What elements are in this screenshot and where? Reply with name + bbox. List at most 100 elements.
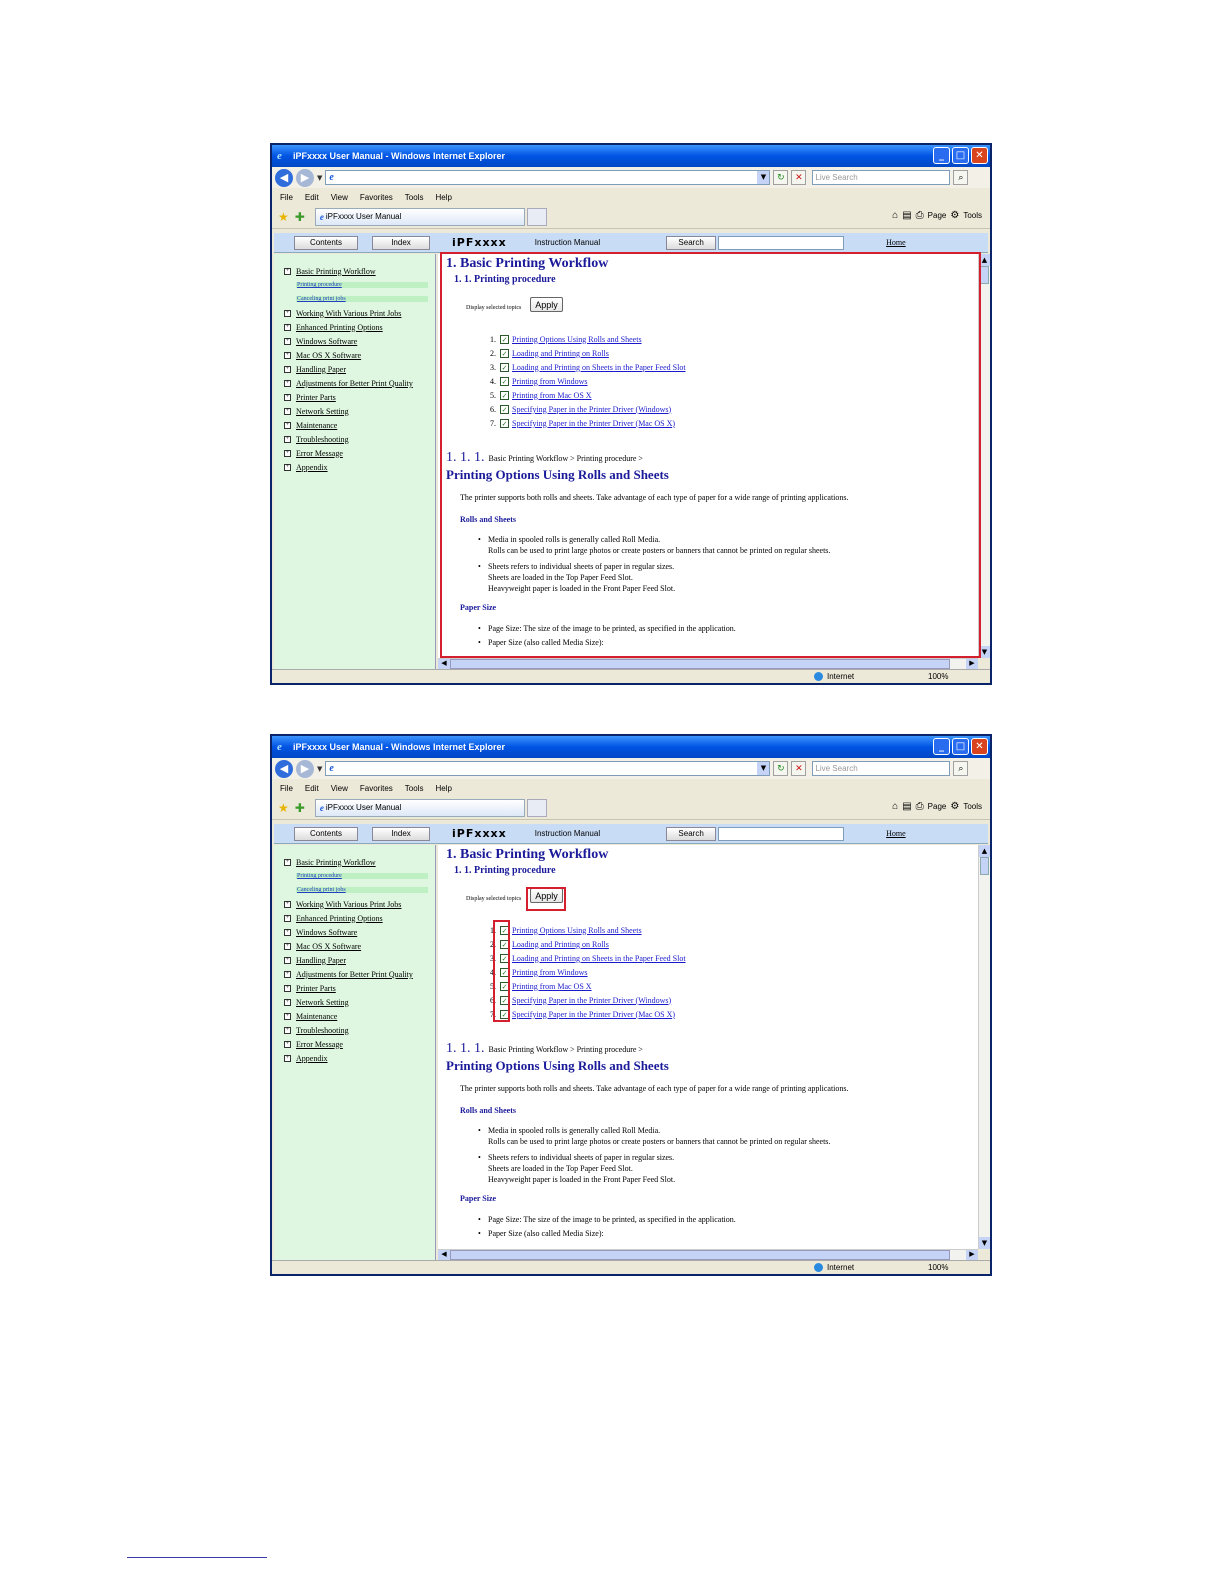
menu-tools[interactable]: Tools — [405, 784, 424, 793]
sidebar-item-label[interactable]: Windows Software — [296, 928, 357, 937]
sidebar-item[interactable]: + Network Setting — [274, 995, 435, 1009]
sidebar-item-label[interactable]: Error Message — [296, 1040, 343, 1049]
favorites-star-icon[interactable]: ★ — [278, 210, 289, 224]
zoom-level[interactable]: 100% — [928, 1263, 948, 1272]
sidebar-item[interactable]: + Mac OS X Software — [274, 348, 435, 362]
sidebar-item-label[interactable]: Working With Various Print Jobs — [296, 309, 401, 318]
home-icon[interactable]: ⌂ — [892, 210, 898, 221]
sidebar-item-label[interactable]: Adjustments for Better Print Quality — [296, 379, 413, 388]
home-icon[interactable]: ⌂ — [892, 801, 898, 812]
close-button[interactable]: ✕ — [971, 738, 988, 755]
sidebar-item-label[interactable]: Appendix — [296, 463, 328, 472]
favorites-star-icon[interactable]: ★ — [278, 801, 289, 815]
sidebar-item-label[interactable]: Mac OS X Software — [296, 351, 361, 360]
sidebar-item[interactable]: + Network Setting — [274, 404, 435, 418]
sidebar-item-label[interactable]: Printing procedure — [296, 873, 428, 879]
menu-edit[interactable]: Edit — [305, 193, 319, 202]
expand-icon[interactable]: + — [284, 407, 291, 415]
expand-icon[interactable]: + — [284, 267, 291, 275]
address-bar[interactable]: e ▼ — [325, 170, 771, 185]
feeds-icon[interactable]: ▤ — [902, 210, 911, 221]
menu-help[interactable]: Help — [435, 784, 451, 793]
tools-menu[interactable]: Tools — [963, 802, 982, 811]
sidebar-item-label[interactable]: Printer Parts — [296, 393, 336, 402]
address-dropdown-icon[interactable]: ▼ — [757, 171, 770, 184]
title-bar[interactable]: e iPFxxxx User Manual - Windows Internet… — [272, 145, 990, 167]
back-button[interactable]: ◀ — [275, 759, 293, 778]
expand-icon[interactable]: + — [284, 309, 291, 317]
topic-link[interactable]: Specifying Paper in the Printer Driver (… — [512, 996, 671, 1005]
sidebar-item[interactable]: + Basic Printing Workflow — [274, 264, 435, 278]
sidebar-item-label[interactable]: Printing procedure — [296, 282, 428, 288]
expand-icon[interactable]: + — [284, 998, 291, 1006]
minimize-button[interactable]: _ — [933, 147, 950, 164]
expand-icon[interactable]: + — [284, 449, 291, 457]
menu-tools[interactable]: Tools — [405, 193, 424, 202]
title-bar[interactable]: e iPFxxxx User Manual - Windows Internet… — [272, 736, 990, 758]
history-dropdown-icon[interactable]: ▼ — [317, 765, 322, 773]
close-button[interactable]: ✕ — [971, 147, 988, 164]
feeds-icon[interactable]: ▤ — [902, 801, 911, 812]
topic-link[interactable]: Specifying Paper in the Printer Driver (… — [512, 1010, 675, 1019]
refresh-icon[interactable]: ↻ — [773, 761, 789, 776]
sidebar-item[interactable]: + Mac OS X Software — [274, 939, 435, 953]
sidebar-subitem[interactable]: Canceling print jobs — [274, 292, 435, 306]
sidebar-item-label[interactable]: Printer Parts — [296, 984, 336, 993]
sidebar-item[interactable]: + Handling Paper — [274, 362, 435, 376]
expand-icon[interactable]: + — [284, 1054, 291, 1062]
search-button[interactable]: Search — [666, 826, 717, 841]
sidebar-item[interactable]: + Printer Parts — [274, 390, 435, 404]
print-icon[interactable]: ⎙ — [916, 801, 924, 812]
sidebar-item-label[interactable]: Canceling print jobs — [296, 887, 428, 893]
page-menu[interactable]: Page — [928, 211, 947, 220]
sidebar-item[interactable]: + Handling Paper — [274, 953, 435, 967]
expand-icon[interactable]: + — [284, 393, 291, 401]
sidebar-subitem[interactable]: Canceling print jobs — [274, 883, 435, 897]
sidebar-item-label[interactable]: Maintenance — [296, 421, 337, 430]
expand-icon[interactable]: + — [284, 351, 291, 359]
menu-view[interactable]: View — [331, 193, 348, 202]
expand-icon[interactable]: + — [284, 1040, 291, 1048]
manual-search-input[interactable] — [718, 826, 845, 841]
sidebar-item-label[interactable]: Troubleshooting — [296, 1026, 349, 1035]
expand-icon[interactable]: + — [284, 956, 291, 964]
sidebar-item[interactable]: + Troubleshooting — [274, 1023, 435, 1037]
expand-icon[interactable]: + — [284, 858, 291, 866]
search-button[interactable]: Search — [666, 235, 717, 250]
forward-button[interactable]: ▶ — [296, 168, 314, 187]
sidebar-item-label[interactable]: Basic Printing Workflow — [296, 267, 376, 276]
expand-icon[interactable]: + — [284, 323, 291, 331]
sidebar-item-label[interactable]: Error Message — [296, 449, 343, 458]
menu-favorites[interactable]: Favorites — [360, 784, 393, 793]
sidebar-item[interactable]: + Enhanced Printing Options — [274, 320, 435, 334]
sidebar-item[interactable]: + Windows Software — [274, 334, 435, 348]
expand-icon[interactable]: + — [284, 900, 291, 908]
sidebar-item-label[interactable]: Canceling print jobs — [296, 296, 428, 302]
expand-icon[interactable]: + — [284, 337, 291, 345]
sidebar-item[interactable]: + Appendix — [274, 460, 435, 474]
sidebar-item-label[interactable]: Mac OS X Software — [296, 942, 361, 951]
sidebar-item-label[interactable]: Enhanced Printing Options — [296, 323, 383, 332]
search-input[interactable]: Live Search — [812, 761, 951, 776]
maximize-button[interactable]: □ — [952, 738, 969, 755]
stop-icon[interactable]: ✕ — [791, 170, 807, 185]
sidebar-item-label[interactable]: Enhanced Printing Options — [296, 914, 383, 923]
topic-link[interactable]: Loading and Printing on Rolls — [512, 940, 609, 949]
sidebar-subitem[interactable]: Printing procedure — [274, 869, 435, 883]
sidebar-item-label[interactable]: Working With Various Print Jobs — [296, 900, 401, 909]
tools-menu[interactable]: Tools — [963, 211, 982, 220]
home-link[interactable]: Home — [886, 829, 906, 838]
contents-tab[interactable]: Contents — [294, 235, 358, 250]
expand-icon[interactable]: + — [284, 463, 291, 471]
search-icon[interactable]: ⌕ — [953, 761, 969, 776]
sidebar-item[interactable]: + Error Message — [274, 446, 435, 460]
new-tab-button[interactable] — [526, 798, 547, 817]
manual-search-input[interactable] — [718, 235, 845, 250]
sidebar-item-label[interactable]: Windows Software — [296, 337, 357, 346]
vertical-scrollbar[interactable]: ▲ ▼ — [978, 845, 990, 1249]
address-dropdown-icon[interactable]: ▼ — [757, 762, 770, 775]
back-button[interactable]: ◀ — [275, 168, 293, 187]
expand-icon[interactable]: + — [284, 379, 291, 387]
sidebar-item-label[interactable]: Maintenance — [296, 1012, 337, 1021]
menu-edit[interactable]: Edit — [305, 784, 319, 793]
